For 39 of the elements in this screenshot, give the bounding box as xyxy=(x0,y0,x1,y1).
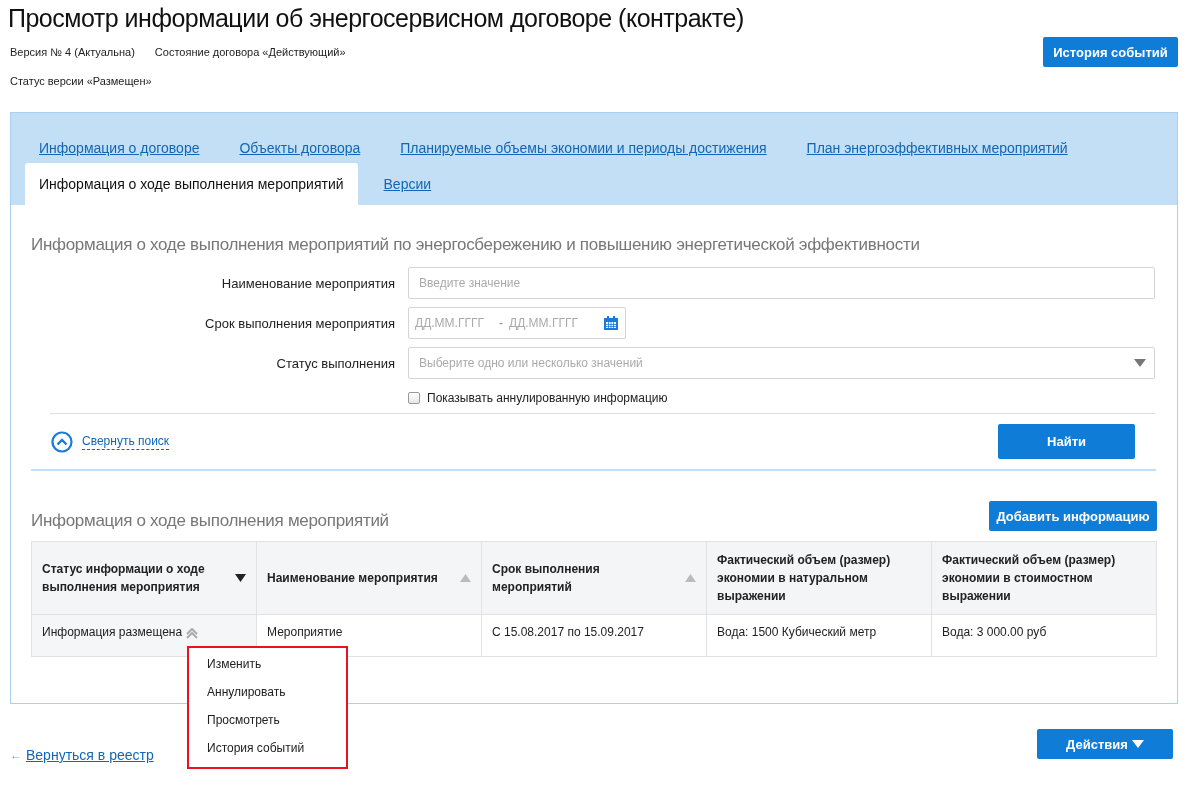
version-text: Версия № 4 (Актуальна) xyxy=(10,46,135,58)
collapse-search-link[interactable]: Свернуть поиск xyxy=(82,433,170,450)
back-arrow: ← xyxy=(10,748,22,762)
tab[interactable]: Планируемые объемы экономии и периоды достижения xyxy=(400,139,767,156)
history-button[interactable]: История событий xyxy=(1043,37,1178,67)
column-header[interactable]: Фактический объем (размер) экономии в стоимостном выражении xyxy=(932,542,1156,614)
separator: - xyxy=(499,316,503,330)
caret-icon xyxy=(1131,740,1144,748)
tab[interactable]: Информация о договоре xyxy=(39,139,200,156)
table-cell: Вода: 1500 Кубический метр xyxy=(707,614,932,656)
date-range-field[interactable]: ДД.ММ.ГГГГ - ДД.ММ.ГГГГ xyxy=(408,307,626,339)
table-cell: Мероприятие xyxy=(257,614,482,656)
input-field[interactable]: Введите значение xyxy=(408,267,1155,299)
table-cell: С 15.08.2017 по 15.09.2017 xyxy=(482,614,707,656)
field-label: Срок выполнения мероприятия xyxy=(204,315,396,331)
dropdown-caret-icon[interactable] xyxy=(1134,359,1146,367)
field-label: Наименование мероприятия xyxy=(220,275,396,291)
collapse-icon[interactable] xyxy=(51,430,73,453)
actions-button[interactable]: Действия xyxy=(1037,729,1173,759)
tab[interactable]: План энергоэффективных мероприятий xyxy=(806,139,1068,156)
contract-state-text: Состояние договора «Действующий» xyxy=(154,46,346,58)
page-title: Просмотр информации об энергосервисном договоре (контракте) xyxy=(8,3,744,33)
tab[interactable]: Объекты договора xyxy=(239,139,361,156)
tab[interactable]: Информация о ходе выполнения мероприятий xyxy=(25,163,358,205)
field-label: Статус выполнения xyxy=(275,355,396,371)
menu-item[interactable]: История событий xyxy=(189,735,346,763)
section-title: Информация о ходе выполнения мероприятий по энергосбережению и повышению энергетической эффективности xyxy=(31,235,921,255)
tab[interactable]: Версии xyxy=(383,176,432,192)
add-info-button[interactable]: Добавить информацию xyxy=(989,501,1157,531)
sort-down-icon[interactable] xyxy=(235,574,246,582)
menu-item[interactable]: Аннулировать xyxy=(189,679,346,707)
calendar-icon[interactable] xyxy=(603,315,619,331)
version-status-text: Статус версии «Размещен» xyxy=(10,75,153,87)
checkbox[interactable] xyxy=(408,392,420,404)
checkbox-label[interactable]: Показывать аннулированную информацию xyxy=(427,391,668,405)
menu-item[interactable]: Просмотреть xyxy=(189,707,346,735)
section-title: Информация о ходе выполнения мероприятий xyxy=(31,511,389,531)
find-button[interactable]: Найти xyxy=(998,424,1135,459)
back-link[interactable]: Вернуться в реестр xyxy=(26,747,154,763)
